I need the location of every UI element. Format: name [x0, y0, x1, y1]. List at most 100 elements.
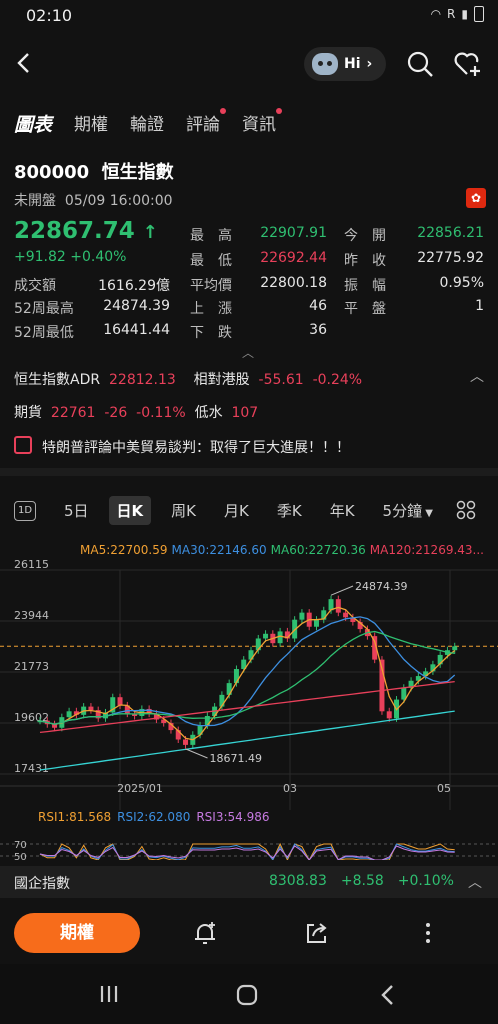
rsi3-label: RSI3:54.986	[196, 810, 270, 824]
arrow-up-icon: ↑	[142, 222, 158, 243]
stat-label: 昨 收	[344, 253, 386, 269]
recent-apps-icon[interactable]	[98, 984, 120, 1004]
candle-body	[452, 646, 458, 651]
rsi-tick: 70	[14, 840, 27, 851]
signal-icon: ▮	[461, 7, 468, 21]
annotation-leader	[185, 748, 208, 759]
ticker-pct: +0.10%	[397, 873, 454, 889]
x-tick-label: 2025/01	[117, 782, 163, 795]
tab-5min[interactable]: 5分鐘 ▼	[383, 500, 433, 521]
hk-flag-icon: ✿	[466, 188, 486, 208]
stat-label: 下 跌	[190, 325, 232, 341]
robot-avatar-icon	[312, 53, 338, 75]
futures-row: 期貨 22761 -26 -0.11% 低水 107	[14, 405, 259, 421]
x-tick-label: 03	[283, 782, 297, 795]
price-alert-bell-icon[interactable]	[192, 920, 218, 946]
tab-options[interactable]: 期權	[74, 110, 108, 137]
ticker-name: 國企指數	[14, 876, 70, 892]
grid-layout-icon[interactable]	[456, 500, 476, 520]
expand-caret-icon[interactable]: ︿	[242, 344, 254, 361]
stat-label: 52周最高	[14, 301, 74, 317]
related-index-ticker[interactable]: 國企指數 8308.83 +8.58 +0.10% ︿	[0, 866, 498, 898]
add-watchlist-heart-icon[interactable]	[454, 50, 484, 78]
tab-quarterly-k[interactable]: 季K	[277, 500, 302, 521]
stat-label: 成交額	[14, 278, 56, 294]
section-tabs: 圖表 期權 輪證 評論 資訊	[14, 108, 283, 137]
dropdown-caret-icon: ▼	[422, 508, 433, 519]
share-icon[interactable]	[304, 920, 330, 946]
stock-title: 800000 恒生指數	[14, 162, 174, 183]
battery-icon	[474, 6, 484, 22]
ma120-line	[39, 680, 455, 734]
tab-weekly-k[interactable]: 周K	[171, 500, 196, 521]
price-change: +91.82 +0.40%	[14, 249, 127, 265]
tab-comments[interactable]: 評論	[186, 108, 227, 137]
news-icon	[14, 436, 32, 454]
notification-dot	[276, 108, 283, 114]
ticker-price: 8308.83	[268, 873, 327, 889]
ma120-label: MA120:21269.43...	[369, 543, 484, 557]
collapse-chevron-icon[interactable]: ︿	[470, 366, 484, 386]
action-bar: 期權	[0, 900, 498, 964]
expand-up-icon[interactable]: ︿	[468, 872, 482, 892]
chevron-right-icon: ›	[366, 56, 373, 72]
tab-1d[interactable]: 1D	[14, 500, 36, 521]
high-annotation: 24874.39	[355, 580, 408, 593]
tab-monthly-k[interactable]: 月K	[224, 500, 249, 521]
system-nav-bar	[0, 964, 498, 1024]
ma60-label: MA60:22720.36	[270, 543, 366, 557]
candle-body	[66, 711, 72, 718]
rsi2-label: RSI2:62.080	[117, 810, 191, 824]
signal-label: R	[447, 7, 456, 21]
y-tick-label: 17431	[14, 762, 49, 775]
stat-label: 今 開	[344, 228, 386, 244]
more-options-icon[interactable]	[418, 920, 438, 946]
annotation-leader	[330, 585, 354, 596]
back-icon[interactable]	[12, 50, 38, 76]
kline-period-tabs: 1D 5日 日K 周K 月K 季K 年K 5分鐘 ▼	[14, 496, 433, 525]
ticker-values: 8308.83 +8.58 +0.10%	[269, 873, 454, 889]
stat-label: 上 漲	[190, 301, 232, 317]
stat-label: 平 盤	[344, 301, 386, 317]
clock: 02:10	[26, 6, 73, 25]
tab-yearly-k[interactable]: 年K	[330, 500, 355, 521]
system-back-icon[interactable]	[378, 984, 398, 1006]
stat-value: 22856.21	[417, 225, 484, 241]
rsi-tick: 50	[14, 852, 27, 860]
candle-body	[313, 619, 319, 627]
stat-label: 振 幅	[344, 278, 386, 294]
tab-chart[interactable]: 圖表	[14, 110, 52, 137]
tab-daily-k[interactable]: 日K	[108, 496, 152, 525]
rsi-legend: RSI1:81.568 RSI2:62.080 RSI3:54.986	[38, 810, 270, 824]
options-button[interactable]: 期權	[14, 913, 140, 953]
candle-body	[88, 706, 94, 711]
y-tick-label: 23944	[14, 609, 49, 622]
divider	[0, 468, 498, 476]
candle-body	[183, 739, 189, 745]
notification-dot	[220, 108, 227, 114]
tab-news[interactable]: 資訊	[242, 108, 283, 137]
search-icon[interactable]	[406, 50, 434, 78]
low-annotation: 18671.49	[210, 752, 263, 765]
stat-label: 52周最低	[14, 325, 74, 341]
tab-warrants[interactable]: 輪證	[130, 110, 164, 137]
hi-label: Hi	[344, 56, 361, 72]
stat-value: 0.95%	[439, 275, 484, 291]
market-status: 未開盤 05/09 16:00:00	[14, 193, 173, 209]
last-price: 22867.74 ↑	[14, 218, 158, 244]
stat-value: 22692.44	[260, 250, 327, 266]
top-bar: Hi ›	[0, 40, 498, 88]
candle-body	[263, 633, 269, 639]
tab-5day[interactable]: 5日	[64, 500, 89, 521]
stat-value: 1	[475, 298, 484, 314]
stat-label: 平均價	[190, 278, 232, 294]
rsi1-label: RSI1:81.568	[38, 810, 112, 824]
ai-assistant-button[interactable]: Hi ›	[304, 47, 386, 81]
home-icon[interactable]	[236, 984, 258, 1006]
candle-body	[117, 697, 123, 706]
status-icons: ◠ R ▮	[431, 6, 484, 22]
stat-value: 22907.91	[260, 225, 327, 241]
candle-body	[386, 711, 392, 719]
stat-value: 22775.92	[417, 250, 484, 266]
news-headline[interactable]: 特朗普評論中美貿易談判：取得了巨大進展！！！	[42, 437, 350, 457]
